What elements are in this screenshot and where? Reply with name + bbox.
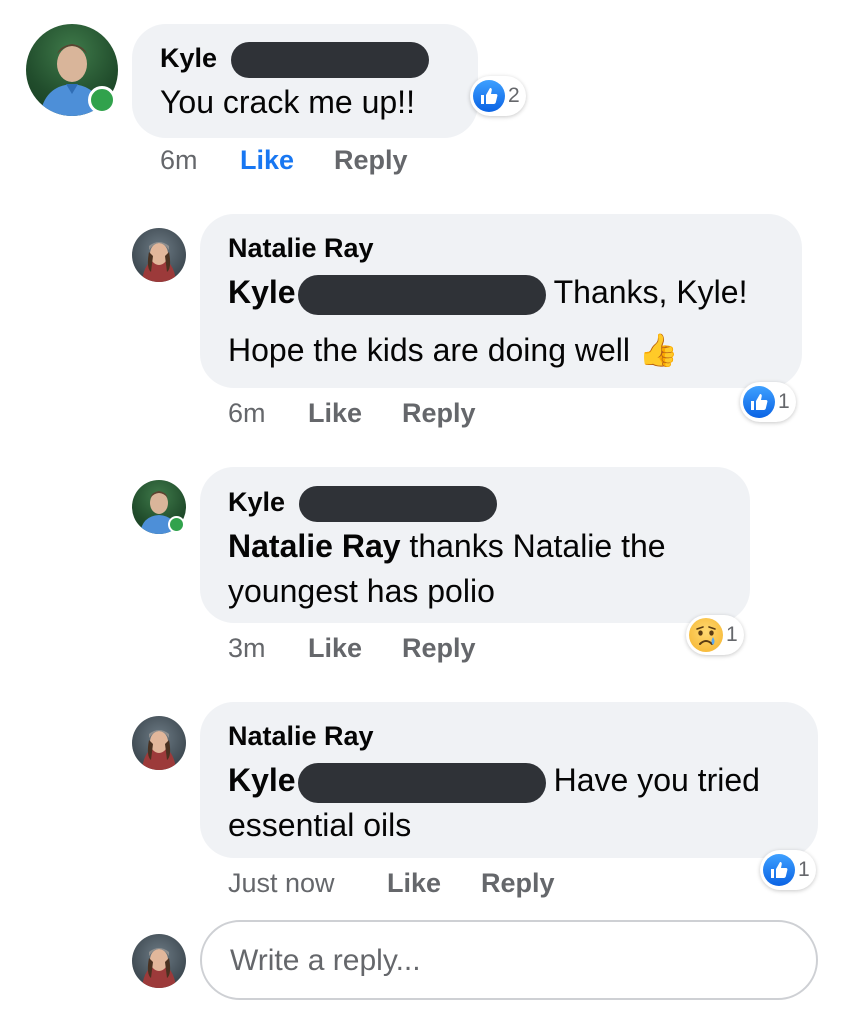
reaction-badge[interactable]: 1	[740, 382, 796, 422]
comment-text: Hope the kids are doing well 👍	[228, 332, 679, 368]
like-button[interactable]: Like	[308, 397, 362, 429]
mention-tag[interactable]: Kyle	[228, 274, 296, 310]
like-icon	[763, 854, 795, 886]
comment-timestamp[interactable]: 6m	[160, 144, 198, 176]
comment-text: Kyle Have you tried	[228, 760, 760, 803]
comment-author[interactable]: Natalie Ray	[228, 232, 374, 264]
reaction-count: 1	[778, 390, 790, 413]
reaction-badge[interactable]: 2	[470, 76, 526, 116]
like-icon	[473, 80, 505, 112]
reply-input[interactable]	[228, 922, 792, 1000]
avatar-kyle[interactable]	[132, 480, 186, 534]
thumbs-up-emoji: 👍	[638, 332, 679, 368]
reaction-badge[interactable]: 1	[686, 615, 744, 655]
reply-button[interactable]: Reply	[481, 867, 555, 899]
reaction-badge[interactable]: 1	[760, 850, 816, 890]
mention-tag[interactable]: Kyle	[228, 762, 296, 798]
avatar-natalie[interactable]	[132, 228, 186, 282]
comment-timestamp[interactable]: Just now	[228, 867, 335, 899]
reaction-count: 2	[508, 84, 520, 107]
reply-button[interactable]: Reply	[402, 397, 476, 429]
redaction-bar	[298, 486, 497, 522]
sad-face-icon	[689, 618, 723, 652]
redaction-bar	[297, 762, 546, 803]
comment-text: Natalie Ray thanks Natalie the	[228, 528, 666, 564]
like-icon	[743, 386, 775, 418]
comment-author[interactable]: Kyle	[228, 486, 497, 522]
online-status-dot	[168, 516, 185, 533]
natalie-photo-icon	[142, 948, 176, 988]
comment-text: Kyle Thanks, Kyle!	[228, 272, 747, 315]
comment-author[interactable]: Kyle	[160, 42, 429, 78]
reaction-count: 1	[726, 623, 738, 646]
comment-text: You crack me up!!	[160, 84, 415, 120]
reply-input-container[interactable]	[200, 920, 818, 1000]
comment-timestamp[interactable]: 6m	[228, 397, 266, 429]
like-button[interactable]: Like	[240, 144, 294, 176]
like-button[interactable]: Like	[387, 867, 441, 899]
avatar-natalie[interactable]	[132, 716, 186, 770]
online-status-dot	[88, 86, 116, 114]
comment-author[interactable]: Natalie Ray	[228, 720, 374, 752]
mention-tag[interactable]: Natalie Ray	[228, 528, 401, 564]
like-button[interactable]: Like	[308, 632, 362, 664]
comment-text: youngest has polio	[228, 573, 495, 609]
redaction-bar	[297, 274, 546, 315]
reply-button[interactable]: Reply	[334, 144, 408, 176]
comment-text: essential oils	[228, 807, 412, 843]
reaction-count: 1	[798, 858, 810, 881]
natalie-photo-icon	[142, 242, 176, 282]
natalie-photo-icon	[142, 730, 176, 770]
avatar-current-user	[132, 934, 186, 988]
reply-button[interactable]: Reply	[402, 632, 476, 664]
redaction-bar	[230, 42, 429, 78]
comment-timestamp[interactable]: 3m	[228, 632, 266, 664]
avatar-kyle[interactable]	[26, 24, 118, 116]
